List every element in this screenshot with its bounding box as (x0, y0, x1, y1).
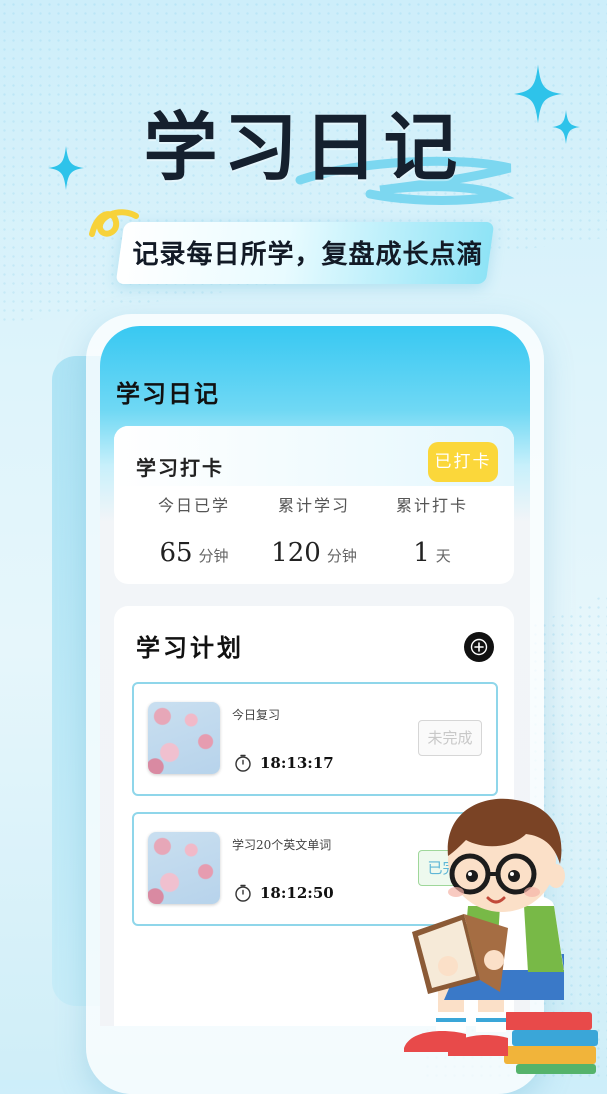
task-item[interactable]: 今日复习 18:13:17 未完成 (132, 682, 498, 796)
status-button-incomplete[interactable]: 未完成 (418, 720, 482, 756)
checked-in-button[interactable]: 已打卡 (428, 442, 498, 482)
screen-title: 学习日记 (116, 380, 220, 408)
boy-reading-illustration (404, 798, 598, 1074)
stat-total-study: 累计学习 120 分钟 (254, 492, 374, 568)
stat-value: 1 (413, 538, 430, 568)
clock-icon (235, 754, 251, 772)
stat-unit: 分钟 (326, 547, 357, 565)
stat-label: 累计学习 (277, 496, 350, 515)
hero-title: 学习日记 (143, 105, 464, 191)
task-name: 今日复习 (232, 708, 281, 722)
stat-total-checkin: 累计打卡 1天 (372, 492, 492, 568)
cherry-blossom-thumbnail (148, 702, 220, 774)
add-icon (470, 638, 488, 656)
stat-label: 今日已学 (157, 496, 230, 515)
stat-unit: 分钟 (198, 547, 229, 565)
stat-value: 65 (159, 538, 193, 568)
stat-unit: 天 (435, 547, 451, 565)
stat-value: 120 (271, 538, 321, 568)
add-plan-button[interactable] (464, 632, 494, 662)
cherry-blossom-thumbnail (148, 832, 220, 904)
task-time: 18:13:17 (260, 754, 334, 772)
checkin-card: 学习打卡 已打卡 今日已学 65 分钟 累计学习 120 分钟 累计打卡 1天 (114, 426, 514, 584)
clock-icon (235, 884, 251, 902)
stat-today: 今日已学 65 分钟 (134, 492, 254, 568)
stat-label: 累计打卡 (395, 496, 468, 515)
hero-subtitle: 记录每日所学，复盘成长点滴 (132, 240, 484, 270)
plan-title: 学习计划 (136, 634, 244, 662)
checkin-title: 学习打卡 (136, 456, 224, 480)
task-time: 18:12:50 (260, 884, 334, 902)
task-name: 学习20个英文单词 (232, 838, 332, 852)
